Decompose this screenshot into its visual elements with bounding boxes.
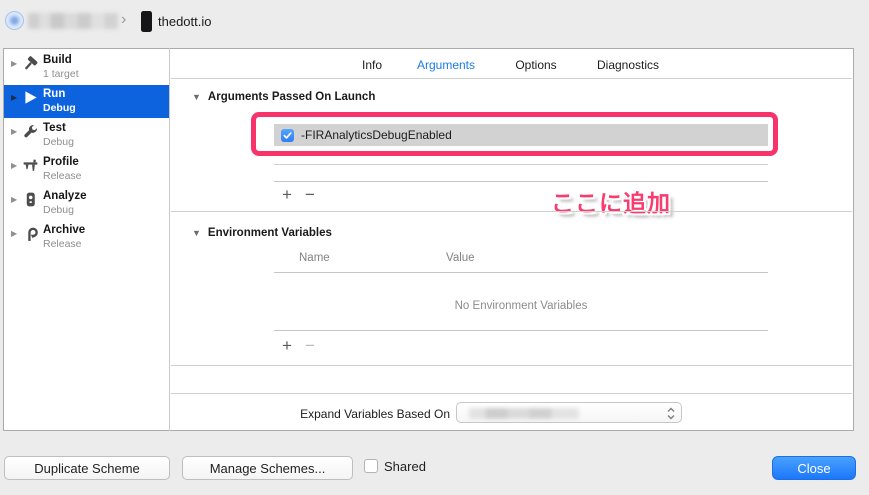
sidebar-item-sublabel: 1 target [43, 68, 79, 80]
duplicate-scheme-button[interactable]: Duplicate Scheme [4, 456, 170, 480]
disclosure-triangle-icon[interactable]: ▶ [11, 190, 21, 204]
expand-variables-label: Expand Variables Based On [300, 407, 450, 421]
table-bottom-divider [274, 181, 768, 182]
redacted-scheme-name [28, 13, 118, 29]
add-variable-button[interactable]: + [282, 337, 292, 354]
column-header-name: Name [299, 252, 330, 264]
sidebar-item-label: Build [43, 54, 72, 66]
disclosure-triangle-icon[interactable]: ▶ [11, 122, 21, 136]
disclosure-triangle-icon[interactable]: ▶ [11, 156, 21, 170]
table-header-divider [274, 272, 768, 273]
sidebar-item-label: Analyze [43, 190, 87, 202]
scheme-actions-sidebar: ▶ Build 1 target ▶ Run Debug ▶ Test Debu… [3, 48, 170, 431]
sidebar-item-test[interactable]: ▶ Test Debug [4, 119, 169, 152]
tab-arguments[interactable]: Arguments [417, 58, 475, 72]
section-disclosure-icon[interactable]: ▼ [192, 92, 201, 102]
add-argument-button[interactable]: + [282, 186, 292, 203]
sidebar-item-label: Test [43, 122, 66, 134]
table-bottom-divider [274, 330, 768, 331]
shared-checkbox-unchecked[interactable] [364, 459, 378, 473]
close-button[interactable]: Close [772, 456, 856, 480]
sidebar-item-label: Archive [43, 224, 86, 236]
section-divider [171, 211, 852, 212]
section-title: Environment Variables [207, 227, 332, 239]
remove-argument-button[interactable]: − [305, 186, 315, 203]
sidebar-item-sublabel: Debug [43, 102, 76, 114]
annotation-text: ここに追加 [551, 190, 671, 216]
arguments-section-header: ▼ Arguments Passed On Launch [192, 91, 375, 103]
sidebar-item-sublabel: Release [43, 238, 82, 250]
sidebar-item-label: Run [43, 88, 66, 100]
sidebar-item-sublabel: Debug [43, 136, 74, 148]
column-header-value: Value [446, 252, 475, 264]
section-title: Arguments Passed On Launch [207, 91, 376, 103]
analyze-icon [26, 192, 35, 207]
footer-divider [171, 393, 852, 394]
section-disclosure-icon[interactable]: ▼ [192, 228, 201, 238]
archive-icon [28, 227, 38, 241]
hammer-icon [25, 56, 38, 70]
destination-name: thedott.io [158, 14, 212, 29]
play-icon [25, 91, 37, 104]
iphone-icon [141, 11, 152, 32]
scheme-target-icon [5, 11, 24, 30]
section-divider [171, 365, 852, 366]
environment-section-header: ▼ Environment Variables [192, 227, 332, 239]
disclosure-triangle-icon[interactable]: ▶ [11, 54, 21, 68]
caliper-icon [23, 159, 38, 171]
disclosure-triangle-icon[interactable]: ▶ [11, 88, 21, 102]
sidebar-item-build[interactable]: ▶ Build 1 target [4, 51, 169, 84]
disclosure-triangle-icon[interactable]: ▶ [11, 224, 21, 238]
tab-diagnostics[interactable]: Diagnostics [597, 58, 659, 72]
sidebar-item-profile[interactable]: ▶ Profile Release [4, 153, 169, 186]
sidebar-item-sublabel: Debug [43, 204, 74, 216]
breadcrumb-chevron-icon: › [121, 11, 127, 28]
sidebar-item-sublabel: Release [43, 170, 82, 182]
sidebar-item-run[interactable]: ▶ Run Debug [4, 85, 169, 118]
sidebar-item-analyze[interactable]: ▶ Analyze Debug [4, 187, 169, 220]
tab-info[interactable]: Info [362, 58, 382, 72]
highlight-annotation-rectangle [251, 112, 778, 156]
expand-variables-popup[interactable] [456, 402, 682, 423]
redacted-popup-value [469, 408, 579, 419]
tab-options[interactable]: Options [515, 58, 556, 72]
sidebar-item-archive[interactable]: ▶ Archive Release [4, 221, 169, 254]
manage-schemes-button[interactable]: Manage Schemes... [182, 456, 353, 480]
edit-scheme-dialog: › thedott.io ▶ Build 1 target ▶ Run Debu… [0, 0, 869, 495]
remove-variable-button[interactable]: − [305, 337, 315, 354]
tabbar-divider [171, 78, 852, 79]
popup-stepper-icon [667, 407, 675, 420]
empty-placeholder: No Environment Variables [454, 300, 588, 312]
wrench-icon [24, 125, 37, 138]
table-row-divider [274, 164, 768, 165]
sidebar-item-label: Profile [43, 156, 79, 168]
shared-label: Shared [384, 459, 426, 474]
